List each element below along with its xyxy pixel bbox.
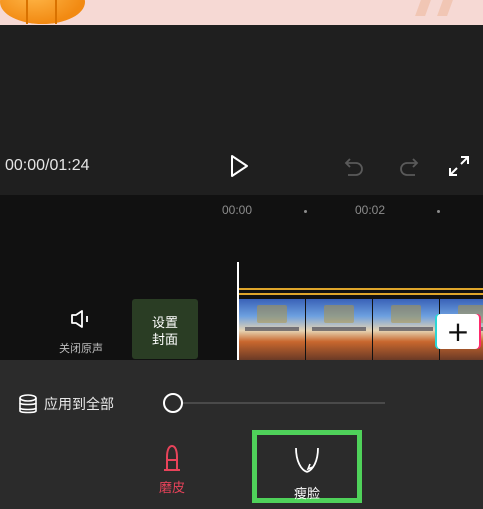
undo-icon: [344, 158, 363, 176]
fullscreen-button[interactable]: [445, 152, 473, 180]
video-preview-top: [0, 0, 483, 25]
tool-label: 磨皮: [158, 481, 185, 496]
play-icon: [231, 155, 248, 177]
beauty-panel: [0, 360, 483, 509]
timecode: 00:00/01:24: [5, 157, 90, 174]
timeline-tick: 00:02: [355, 203, 386, 217]
timeline-tick: 00:00: [222, 203, 253, 217]
fullscreen-icon: [449, 156, 469, 176]
audio-track[interactable]: [239, 288, 483, 296]
clip-frame: [239, 299, 305, 360]
clip-frame: [373, 299, 439, 360]
redo-icon: [400, 158, 419, 176]
face-slim-icon: [295, 447, 319, 473]
tool-smooth-skin[interactable]: 磨皮: [150, 443, 194, 497]
add-clip-button[interactable]: +: [437, 314, 479, 349]
redo-button[interactable]: [395, 152, 423, 180]
cover-label-line2: 封面: [151, 333, 178, 348]
timeline-tick-dot: [437, 210, 440, 213]
pumpkin-decoration: [0, 0, 85, 24]
layers-icon: [19, 394, 37, 414]
intensity-slider[interactable]: [163, 393, 385, 413]
apply-to-all-button[interactable]: 应用到全部: [17, 392, 114, 416]
clip-frame: [306, 299, 372, 360]
undo-button[interactable]: [340, 152, 368, 180]
set-cover-button[interactable]: 设置 封面: [132, 299, 198, 359]
play-button[interactable]: [225, 151, 253, 181]
decoration: [415, 0, 431, 16]
slider-track: [173, 402, 385, 404]
mute-label: 关闭原声: [59, 342, 103, 355]
tool-slim-face[interactable]: 瘦脸: [252, 430, 362, 503]
cover-label: 设置 封面: [132, 315, 198, 349]
mute-original-button[interactable]: 关闭原声: [52, 302, 110, 356]
tool-label: 瘦脸: [293, 487, 320, 502]
timeline-tick-dot: [304, 210, 307, 213]
face-smooth-icon: [164, 445, 180, 471]
speaker-icon: [71, 310, 88, 328]
playhead[interactable]: [237, 262, 239, 360]
apply-to-all-label: 应用到全部: [44, 397, 114, 413]
slider-thumb[interactable]: [163, 393, 183, 413]
cover-label-line1: 设置: [151, 316, 178, 331]
decoration: [437, 0, 453, 16]
